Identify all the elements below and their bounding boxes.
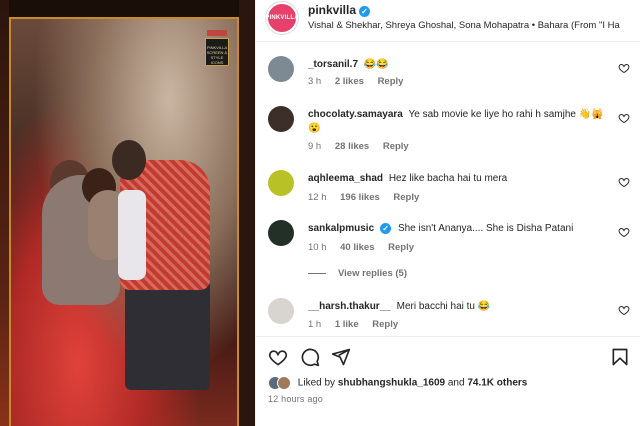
comment-time: 9 h: [308, 141, 322, 152]
comment-meta: 1 h 1 like Reply: [308, 319, 409, 330]
post-action-bar: [256, 336, 640, 376]
bookmark-icon[interactable]: [610, 347, 630, 367]
commenter-avatar[interactable]: [268, 220, 294, 246]
verified-badge-icon: ✓: [380, 223, 392, 234]
replies-divider: [308, 272, 326, 274]
heart-icon[interactable]: [618, 226, 630, 238]
audio-attribution[interactable]: Vishal & Shekhar, Shreya Ghoshal, Sona M…: [308, 20, 638, 31]
comment-username[interactable]: __harsh.thakur__: [308, 301, 391, 312]
send-icon[interactable]: [331, 347, 351, 367]
comment-icon[interactable]: [300, 347, 320, 367]
comment-text-block: _torsanil.7 😂😂: [308, 58, 613, 72]
comment-likes[interactable]: 2 likes: [335, 76, 364, 87]
post-timestamp: 12 hours ago: [268, 394, 323, 404]
comment-username[interactable]: _torsanil.7: [308, 59, 358, 70]
comment-likes[interactable]: 1 like: [335, 319, 359, 330]
commenter-avatar[interactable]: [268, 106, 294, 132]
reply-button[interactable]: Reply: [378, 76, 404, 87]
comment-meta: 3 h 2 likes Reply: [308, 76, 414, 87]
reply-button[interactable]: Reply: [372, 319, 398, 330]
heart-icon[interactable]: [618, 112, 630, 124]
photo-figure: [125, 280, 210, 390]
photo-figure: [118, 190, 146, 280]
likes-prefix: Liked by: [297, 377, 336, 389]
heart-icon[interactable]: [618, 62, 630, 74]
likes-middle: and: [447, 377, 465, 389]
heart-icon[interactable]: [618, 304, 630, 316]
media-edge: [0, 0, 9, 426]
comment-likes[interactable]: 28 likes: [335, 141, 369, 152]
comments-panel: PINKVILLA pinkvilla ✓ Vishal & Shekhar, S…: [255, 0, 640, 426]
media-edge: [239, 0, 255, 426]
comment-username[interactable]: aqhleema_shad: [308, 173, 383, 184]
view-replies-button[interactable]: View replies (5): [308, 268, 407, 279]
comment-time: 1 h: [308, 319, 322, 330]
liker-username[interactable]: shubhangshukla_1609: [338, 378, 445, 389]
post-header: PINKVILLA pinkvilla ✓ Vishal & Shekhar, S…: [256, 0, 640, 42]
comment-meta: 9 h 28 likes Reply: [308, 141, 420, 152]
photo-figure: [112, 140, 146, 180]
comment-text: Meri bacchi hai tu 😂: [396, 301, 491, 312]
commenter-avatar[interactable]: [268, 298, 294, 324]
heart-icon[interactable]: [618, 176, 630, 188]
comment-text: She isn't Ananya.... She is Disha Patani: [397, 223, 574, 234]
comment-text-block: chocolaty.samayara Ye sab movie ke liye …: [308, 108, 613, 136]
likes-summary: Liked by shubhangshukla_1609 and 74.1K o…: [268, 376, 527, 392]
liker-avatar: [277, 376, 291, 390]
comment-text-block: aqhleema_shad Hez like bacha hai tu mera: [308, 172, 613, 186]
comment-likes[interactable]: 40 likes: [340, 242, 374, 253]
account-username[interactable]: pinkvilla ✓: [308, 3, 371, 17]
comment-meta: 12 h 196 likes Reply: [308, 192, 430, 203]
reply-button[interactable]: Reply: [383, 141, 409, 152]
comment-username[interactable]: chocolaty.samayara: [308, 109, 403, 120]
reply-button[interactable]: Reply: [388, 242, 414, 253]
commenter-avatar[interactable]: [268, 56, 294, 82]
commenter-avatar[interactable]: [268, 170, 294, 196]
post-media[interactable]: PINKVILLA SCREEN & STYLE ICONS: [0, 0, 255, 426]
event-logo-badge: PINKVILLA SCREEN & STYLE ICONS: [205, 38, 229, 66]
comment-text-block: __harsh.thakur__ Meri bacchi hai tu 😂: [308, 300, 613, 314]
reply-button[interactable]: Reply: [393, 192, 419, 203]
account-avatar[interactable]: PINKVILLA: [265, 2, 299, 34]
event-logo-top: [207, 30, 227, 36]
avatar-label: PINKVILLA: [265, 15, 299, 21]
view-replies-label[interactable]: View replies (5): [338, 268, 407, 279]
heart-icon[interactable]: [268, 347, 288, 367]
comment-time: 3 h: [308, 76, 322, 87]
comment-text-block: sankalpmusic ✓ She isn't Ananya.... She i…: [308, 222, 613, 236]
comment-time: 12 h: [308, 192, 327, 203]
comment-likes[interactable]: 196 likes: [340, 192, 380, 203]
comment-time: 10 h: [308, 242, 327, 253]
comment-meta: 10 h 40 likes Reply: [308, 242, 425, 253]
comment-username[interactable]: sankalpmusic: [308, 223, 374, 234]
account-username-text[interactable]: pinkvilla: [308, 3, 356, 17]
likes-count[interactable]: 74.1K others: [467, 378, 527, 389]
comment-text: 😂😂: [363, 59, 389, 70]
verified-badge-icon: ✓: [359, 6, 371, 17]
comment-text: Hez like bacha hai tu mera: [388, 173, 508, 184]
